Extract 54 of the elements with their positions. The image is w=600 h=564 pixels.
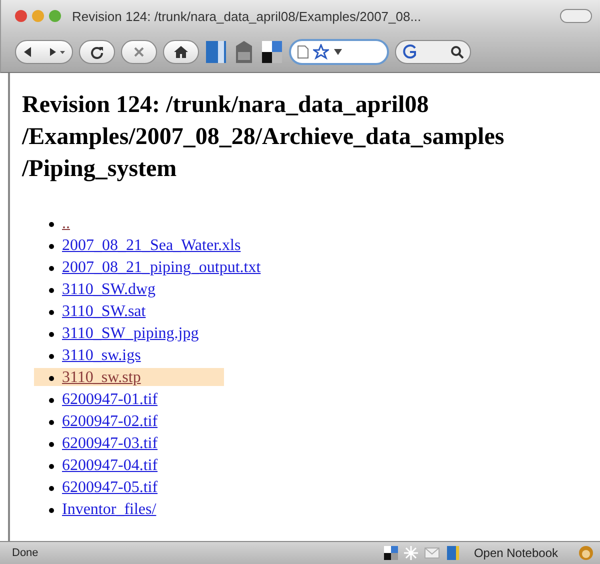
open-notebook-button[interactable]: Open Notebook bbox=[474, 546, 558, 560]
bullet-icon bbox=[49, 244, 54, 249]
reload-icon bbox=[90, 45, 104, 59]
dropdown-icon[interactable] bbox=[333, 48, 343, 56]
file-link[interactable]: 3110_SW.sat bbox=[62, 303, 146, 320]
bullet-icon bbox=[49, 266, 54, 271]
file-link[interactable]: 2007_08_21_Sea_Water.xls bbox=[62, 237, 241, 254]
bullet-icon bbox=[49, 464, 54, 469]
tag-icon[interactable] bbox=[233, 40, 255, 64]
grid-icon[interactable] bbox=[384, 546, 398, 560]
back-forward-button[interactable] bbox=[15, 40, 73, 64]
toolbar-toggle-button[interactable] bbox=[560, 9, 592, 23]
close-button[interactable] bbox=[15, 10, 27, 22]
window-title: Revision 124: /trunk/nara_data_april08/Examples/2007_08... bbox=[72, 8, 422, 24]
bullet-icon bbox=[49, 376, 54, 381]
stop-button[interactable] bbox=[121, 40, 157, 64]
bullet-icon bbox=[49, 398, 54, 403]
bullet-icon bbox=[49, 288, 54, 293]
file-link[interactable]: .. bbox=[62, 215, 70, 232]
file-link[interactable]: 6200947-02.tif bbox=[62, 413, 158, 430]
star-icon[interactable] bbox=[313, 44, 329, 60]
file-link[interactable]: 3110_sw.igs bbox=[62, 347, 141, 364]
home-icon bbox=[174, 45, 188, 59]
home-button[interactable] bbox=[163, 40, 199, 64]
search-field[interactable] bbox=[395, 40, 471, 64]
file-link[interactable]: 6200947-03.tif bbox=[62, 435, 158, 452]
bullet-icon bbox=[49, 486, 54, 491]
search-icon[interactable] bbox=[450, 45, 464, 59]
file-link[interactable]: 2007_08_21_piping_output.txt bbox=[62, 259, 261, 276]
stop-icon bbox=[132, 45, 146, 59]
bookmark-icon[interactable] bbox=[205, 40, 227, 64]
search-engine-icon[interactable] bbox=[402, 44, 418, 60]
file-link[interactable]: 6200947-04.tif bbox=[62, 457, 158, 474]
file-link[interactable]: 6200947-05.tif bbox=[62, 479, 158, 496]
bullet-icon bbox=[49, 442, 54, 447]
page-icon bbox=[297, 45, 309, 59]
file-link[interactable]: 6200947-01.tif bbox=[62, 391, 158, 408]
reload-button[interactable] bbox=[79, 40, 115, 64]
notebook-icon[interactable] bbox=[446, 545, 460, 561]
bullet-icon bbox=[49, 310, 54, 315]
file-link[interactable]: Inventor_files/ bbox=[62, 501, 156, 518]
file-link[interactable]: 3110_SW.dwg bbox=[62, 281, 156, 298]
grid-icon[interactable] bbox=[261, 40, 283, 64]
arrows-icon bbox=[22, 45, 66, 59]
bullet-icon bbox=[49, 420, 54, 425]
bullet-icon bbox=[49, 222, 54, 227]
bullet-icon bbox=[49, 332, 54, 337]
bullet-icon bbox=[49, 508, 54, 513]
address-field[interactable] bbox=[289, 39, 389, 65]
page-heading: Revision 124: /trunk/nara_data_april08 /Examples/2007_08_28/Archieve_data_samples /Piping_system bbox=[22, 91, 506, 184]
status-text: Done bbox=[12, 547, 40, 559]
file-link[interactable]: 3110_SW_piping.jpg bbox=[62, 325, 199, 342]
bullet-icon bbox=[49, 354, 54, 359]
file-link[interactable]: 3110_sw.stp bbox=[62, 369, 141, 386]
